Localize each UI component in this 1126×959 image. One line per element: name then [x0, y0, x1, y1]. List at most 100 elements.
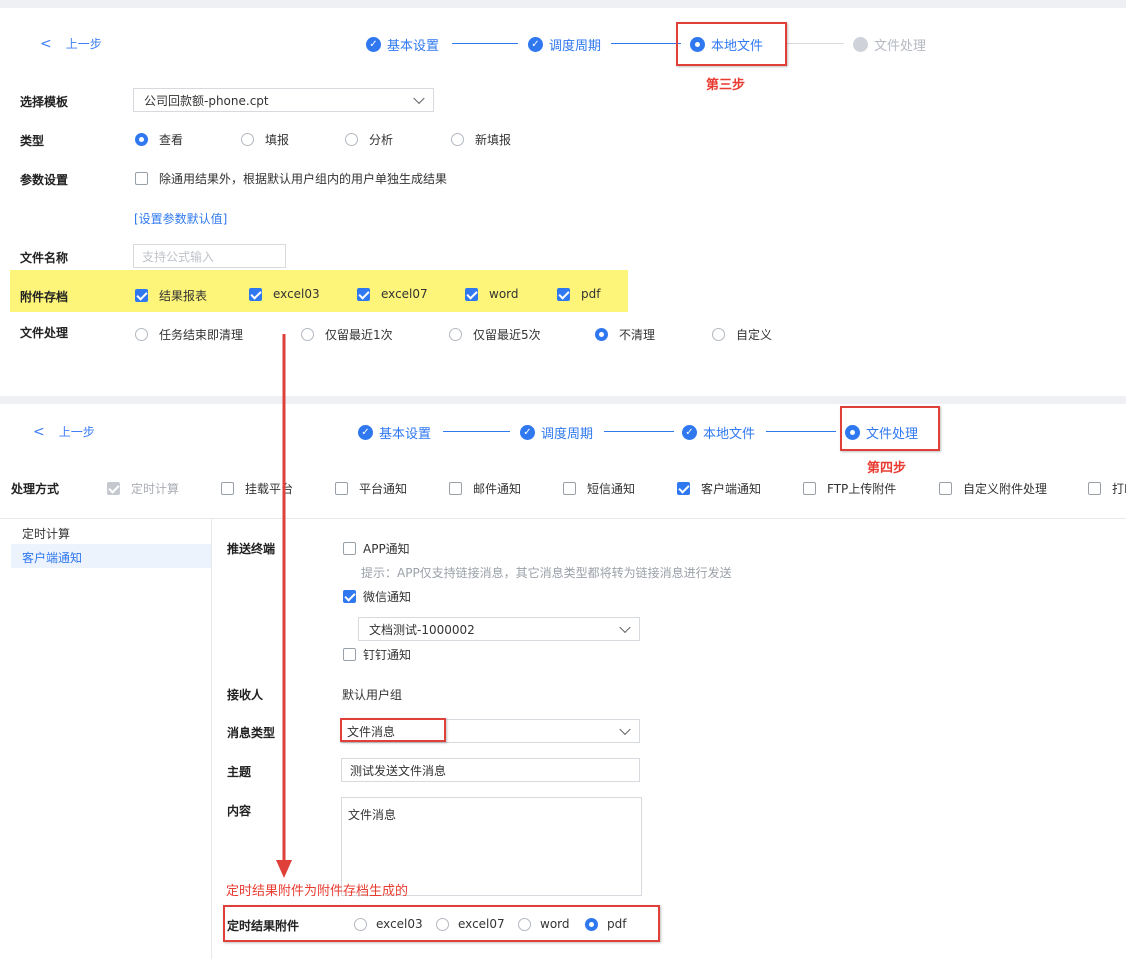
checkbox-checked-icon — [135, 289, 148, 302]
method-print[interactable]: 打印 — [1088, 480, 1126, 497]
step-connector — [766, 431, 836, 432]
sidebar-item-client-notice[interactable]: 客户端通知 — [22, 549, 82, 566]
chevron-left-icon: < — [40, 36, 52, 52]
type-radio-fill[interactable]: 填报 — [241, 131, 289, 148]
highlight-box — [340, 718, 446, 742]
radio-icon — [301, 328, 314, 341]
archive-excel03[interactable]: excel03 — [249, 287, 320, 301]
template-label: 选择模板 — [20, 95, 69, 109]
method-label: 处理方式 — [11, 482, 60, 496]
arrow-head — [276, 860, 292, 878]
wechat-app-select[interactable]: 文档测试-1000002 — [358, 617, 640, 641]
radio-selected-icon — [135, 133, 148, 146]
radio-icon — [451, 133, 464, 146]
bottom-step-schedule[interactable]: ✓ 调度周期 — [520, 423, 593, 442]
radio-icon — [449, 328, 462, 341]
check-circle-icon: ✓ — [528, 37, 543, 52]
top-step-schedule[interactable]: ✓ 调度周期 — [528, 35, 601, 54]
fileproc-clean-on-end[interactable]: 任务结束即清理 — [135, 326, 243, 343]
method-platform-notice[interactable]: 平台通知 — [335, 480, 407, 497]
checkbox-icon — [343, 542, 356, 555]
checkbox-icon — [221, 482, 234, 495]
checkbox-icon — [1088, 482, 1101, 495]
highlight-box — [223, 905, 660, 942]
archive-word[interactable]: word — [465, 287, 519, 301]
checkbox-icon — [803, 482, 816, 495]
radio-selected-icon — [595, 328, 608, 341]
app-notice-checkbox[interactable]: APP通知 — [343, 540, 410, 557]
top-back-button[interactable]: < 上一步 — [40, 35, 102, 52]
radio-icon — [241, 133, 254, 146]
archive-pdf[interactable]: pdf — [557, 287, 600, 301]
template-select[interactable]: 公司回款额-phone.cpt — [133, 88, 434, 112]
annotation-step3: 第三步 — [706, 78, 746, 93]
checkbox-checked-icon — [249, 287, 262, 301]
bottom-step-basic[interactable]: ✓ 基本设置 — [358, 423, 431, 442]
fileproc-keep-5[interactable]: 仅留最近5次 — [449, 326, 541, 343]
checkbox-icon — [449, 482, 462, 495]
type-radio-view[interactable]: 查看 — [135, 131, 183, 148]
method-scheduled-calc: 定时计算 — [107, 480, 179, 497]
check-circle-icon: ✓ — [520, 425, 535, 440]
panel-separator — [0, 396, 1126, 404]
chevron-left-icon: < — [33, 424, 45, 440]
bottom-back-button[interactable]: < 上一步 — [33, 423, 95, 440]
param-default-link[interactable]: [设置参数默认值] — [134, 210, 227, 227]
check-circle-icon: ✓ — [358, 425, 373, 440]
filename-input[interactable]: 支持公式输入 — [133, 244, 286, 268]
attach-red-note: 定时结果附件为附件存档生成的 — [226, 884, 409, 899]
bottom-step-localfile[interactable]: ✓ 本地文件 — [682, 423, 755, 442]
archive-excel07[interactable]: excel07 — [357, 287, 428, 301]
top-step-fileproc[interactable]: 文件处理 — [853, 35, 926, 54]
checkbox-icon — [343, 648, 356, 661]
radio-icon — [345, 133, 358, 146]
divider — [0, 518, 1126, 519]
checkbox-checked-icon — [357, 287, 370, 301]
checkbox-checked-icon — [677, 482, 690, 495]
receiver-value: 默认用户组 — [342, 688, 403, 702]
method-sms-notice[interactable]: 短信通知 — [563, 480, 635, 497]
chevron-down-icon — [619, 723, 631, 736]
annotation-step4: 第四步 — [867, 461, 907, 476]
chevron-down-icon — [619, 621, 631, 634]
check-circle-icon: ✓ — [366, 37, 381, 52]
method-client-notice[interactable]: 客户端通知 — [677, 480, 761, 497]
top-step-basic[interactable]: ✓ 基本设置 — [366, 35, 439, 54]
sidebar-item-scheduled-calc[interactable]: 定时计算 — [22, 525, 70, 542]
wechat-notice-checkbox[interactable]: 微信通知 — [343, 588, 411, 605]
receiver-label: 接收人 — [227, 688, 264, 702]
checkbox-icon — [939, 482, 952, 495]
checkbox-checked-icon — [465, 287, 478, 301]
app-notice-hint: 提示：APP仅支持链接消息，其它消息类型都将转为链接消息进行发送 — [361, 566, 732, 580]
sidebar-divider — [211, 519, 212, 959]
fileproc-no-clean[interactable]: 不清理 — [595, 326, 655, 343]
type-radio-newfill[interactable]: 新填报 — [451, 131, 511, 148]
highlight-box — [676, 22, 787, 66]
archive-label: 附件存档 — [20, 290, 69, 304]
method-ftp-upload[interactable]: FTP上传附件 — [803, 480, 896, 497]
step-connector — [611, 43, 681, 44]
dingtalk-notice-checkbox[interactable]: 钉钉通知 — [343, 646, 411, 663]
param-label: 参数设置 — [20, 173, 69, 187]
type-label: 类型 — [20, 134, 45, 148]
radio-icon — [135, 328, 148, 341]
param-checkbox[interactable]: 除通用结果外，根据默认用户组内的用户单独生成结果 — [135, 170, 447, 187]
checkbox-icon — [135, 172, 148, 185]
step-connector — [443, 431, 510, 432]
step-connector — [604, 431, 674, 432]
method-custom-attach[interactable]: 自定义附件处理 — [939, 480, 1047, 497]
checkbox-checked-icon — [343, 590, 356, 603]
filename-label: 文件名称 — [20, 251, 69, 265]
chevron-down-icon — [413, 92, 425, 105]
checkbox-checked-icon — [557, 287, 570, 301]
radio-icon — [712, 328, 725, 341]
step-connector — [786, 43, 844, 44]
fileproc-keep-1[interactable]: 仅留最近1次 — [301, 326, 393, 343]
archive-result-report[interactable]: 结果报表 — [135, 287, 207, 304]
subject-label: 主题 — [227, 765, 252, 779]
method-email-notice[interactable]: 邮件通知 — [449, 480, 521, 497]
fileproc-custom[interactable]: 自定义 — [712, 326, 772, 343]
msgtype-label: 消息类型 — [227, 726, 276, 740]
subject-input[interactable]: 测试发送文件消息 — [341, 758, 640, 782]
type-radio-analyze[interactable]: 分析 — [345, 131, 393, 148]
